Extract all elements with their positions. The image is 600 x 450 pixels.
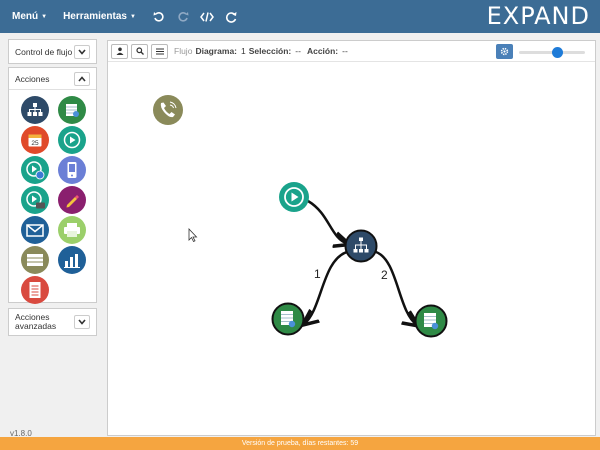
advanced-actions-panel: Acciones avanzadas xyxy=(8,308,97,336)
menu-dropdown[interactable]: Menú ▼ xyxy=(12,11,47,22)
action-edit[interactable] xyxy=(58,186,86,214)
pencil-icon xyxy=(66,195,79,208)
advanced-label-line2: avanzadas xyxy=(15,321,57,331)
database-node-left[interactable] xyxy=(271,302,305,336)
action-table[interactable] xyxy=(21,246,49,274)
database-icon xyxy=(66,104,79,117)
edge-label-1: 1 xyxy=(314,267,321,281)
advanced-actions-label: Acciones avanzadas xyxy=(15,313,56,331)
action-chart[interactable] xyxy=(58,246,86,274)
control-flow-panel: Control de flujo xyxy=(8,39,97,64)
action-play-counter[interactable] xyxy=(21,186,49,214)
selection-value: -- xyxy=(295,46,301,56)
table-icon xyxy=(27,254,43,266)
diagram-value: 1 xyxy=(241,46,246,56)
user-icon xyxy=(116,47,123,55)
undo-icon xyxy=(153,11,164,22)
menu-label: Menú xyxy=(12,11,39,22)
redo-icon xyxy=(178,11,189,22)
advanced-actions-toggle[interactable] xyxy=(74,315,90,329)
action-calendar[interactable]: 25 xyxy=(21,126,49,154)
action-mobile[interactable] xyxy=(58,156,86,184)
database-node-right[interactable] xyxy=(414,304,448,338)
actions-panel: Acciones 25 xyxy=(8,67,97,304)
redo-button[interactable] xyxy=(172,7,194,27)
user-button[interactable] xyxy=(111,43,128,59)
action-email[interactable] xyxy=(21,216,49,244)
selection-label: Selección: xyxy=(248,46,292,56)
search-icon xyxy=(135,47,144,55)
envelope-icon xyxy=(26,223,44,237)
action-document[interactable] xyxy=(21,276,49,304)
action-label: Acción: xyxy=(306,46,339,56)
refresh-icon xyxy=(225,11,237,23)
code-button[interactable] xyxy=(196,7,218,27)
actions-toggle[interactable] xyxy=(74,72,90,86)
sitemap-icon xyxy=(27,103,43,116)
left-sidebar: Control de flujo Acciones 25 Acciones av… xyxy=(0,33,104,440)
mouse-cursor-icon xyxy=(188,227,198,243)
play-globe-icon xyxy=(26,161,45,180)
tools-label: Herramientas xyxy=(63,11,127,22)
start-node[interactable] xyxy=(279,182,309,212)
edge-1[interactable] xyxy=(304,250,348,324)
list-icon xyxy=(155,47,164,55)
phone-node[interactable] xyxy=(153,95,183,125)
gear-icon xyxy=(500,47,509,56)
chevron-down-icon xyxy=(78,48,86,55)
play-icon xyxy=(63,131,81,149)
brand-logo: EXPAND xyxy=(486,2,590,30)
trial-footer: Versión de prueba, días restantes: 59 xyxy=(0,437,600,450)
search-button[interactable] xyxy=(131,43,148,59)
zoom-slider-handle[interactable] xyxy=(552,47,563,58)
calendar-icon: 25 xyxy=(28,134,42,147)
refresh-button[interactable] xyxy=(220,7,242,27)
action-play-web[interactable] xyxy=(21,156,49,184)
bar-chart-icon xyxy=(64,254,80,268)
diagram-editor: Flujo Diagrama: 1 Selección: -- Acción: … xyxy=(107,40,596,436)
printer-icon xyxy=(64,223,80,237)
action-value: -- xyxy=(342,46,348,56)
control-flow-toggle[interactable] xyxy=(74,44,90,59)
diagram-canvas[interactable]: 1 2 xyxy=(108,62,595,435)
action-print[interactable] xyxy=(58,216,86,244)
actions-label: Acciones xyxy=(15,74,50,84)
code-icon xyxy=(200,11,214,22)
list-button[interactable] xyxy=(151,43,168,59)
diagram-label: Diagrama: xyxy=(195,46,238,56)
flow-label: Flujo xyxy=(174,46,193,56)
caret-down-icon: ▼ xyxy=(41,13,48,20)
play-counter-icon xyxy=(26,191,45,209)
decision-node[interactable] xyxy=(344,229,378,263)
document-icon xyxy=(29,282,41,298)
chevron-up-icon xyxy=(78,76,86,82)
caret-down-icon: ▼ xyxy=(129,13,136,20)
edge-start-to-decision[interactable] xyxy=(307,199,348,244)
chevron-down-icon xyxy=(78,319,86,325)
svg-text:25: 25 xyxy=(31,140,39,147)
edge-2[interactable] xyxy=(375,250,417,325)
undo-button[interactable] xyxy=(148,7,170,27)
tools-dropdown[interactable]: Herramientas ▼ xyxy=(63,11,136,22)
zoom-slider[interactable] xyxy=(519,47,585,58)
control-flow-label: Control de flujo xyxy=(15,46,73,57)
action-play[interactable] xyxy=(58,126,86,154)
action-hierarchy[interactable] xyxy=(21,96,49,124)
action-database[interactable] xyxy=(58,96,86,124)
edge-label-2: 2 xyxy=(381,268,388,282)
settings-button[interactable] xyxy=(496,44,513,59)
top-navbar: Menú ▼ Herramientas ▼ EXPAND xyxy=(0,0,600,33)
mobile-icon xyxy=(67,162,77,178)
